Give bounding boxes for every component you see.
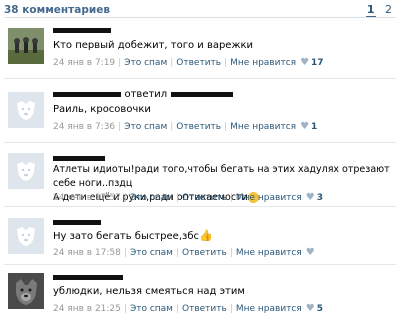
redacted-author	[53, 274, 123, 280]
comment-item: ответил Раиль, кросовочки 24 янв в 7:36 |…	[0, 86, 400, 134]
heart-icon[interactable]: ♥	[300, 121, 309, 132]
comment-meta: 24 янв в 17:57 | Это спам | Ответить | Мне нра…	[53, 192, 324, 203]
comment-text: Кто первый добежит, того и варежки	[53, 40, 254, 51]
comment-text-line-1: Атлеты идиоты!ради того,чтобы бегать на …	[53, 164, 390, 189]
reply-link[interactable]: Ответить	[182, 248, 227, 258]
comment-item: ублюдки, нельзя смеяться над этим 24 янв…	[0, 270, 400, 322]
reply-link[interactable]: Ответить	[182, 193, 227, 203]
reply-link[interactable]: Ответить	[182, 304, 227, 314]
reply-label: ответил	[124, 89, 168, 100]
likes-count[interactable]: 3	[317, 193, 323, 203]
likes-count[interactable]: 17	[311, 58, 324, 68]
user-photo-icon[interactable]	[8, 28, 44, 64]
like-link[interactable]: Мне нравится	[236, 248, 302, 258]
comment-meta: 24 янв в 7:19 | Это спам | Ответить | Мне нрав…	[53, 57, 324, 68]
spam-link[interactable]: Это спам	[130, 193, 173, 203]
comment-divider	[4, 206, 396, 207]
comment-author[interactable]: ответил	[53, 89, 233, 100]
spam-link[interactable]: Это спам	[130, 248, 173, 258]
likes-count[interactable]: 1	[311, 122, 317, 132]
comment-item: Атлеты идиоты!ради того,чтобы бегать на …	[0, 150, 400, 206]
heart-icon[interactable]: ♥	[306, 303, 315, 314]
comment-text: ублюдки, нельзя смеяться над этим	[53, 286, 245, 297]
like-link[interactable]: Мне нравится	[230, 122, 296, 132]
comment-author[interactable]	[53, 25, 111, 36]
comments-header: 38 комментариев 1 2	[0, 0, 400, 18]
comment-divider	[4, 78, 396, 79]
default-dog-avatar-icon[interactable]	[8, 92, 44, 128]
thumbs-up-emoji-icon: 👍	[198, 229, 213, 242]
spam-link[interactable]: Это спам	[130, 304, 173, 314]
dog-photo-icon[interactable]	[8, 273, 44, 309]
like-link[interactable]: Мне нравится	[236, 304, 302, 314]
spam-link[interactable]: Это спам	[124, 122, 167, 132]
spam-link[interactable]: Это спам	[124, 58, 167, 68]
comment-text-content: Ну зато бегать быстрее,збс	[53, 231, 199, 242]
comment-item: Ну зато бегать быстрее,збс👍 24 янв в 17:…	[0, 214, 400, 262]
heart-icon[interactable]: ♥	[306, 247, 315, 258]
page-link-1[interactable]: 1	[365, 3, 376, 18]
comment-divider	[4, 142, 396, 143]
comment-author[interactable]	[53, 272, 123, 283]
comment-item: Кто первый добежит, того и варежки 24 ян…	[0, 22, 400, 70]
default-dog-avatar-icon[interactable]	[8, 218, 44, 254]
heart-icon[interactable]: ♥	[306, 192, 315, 203]
comment-date[interactable]: 24 янв в 17:58	[53, 248, 121, 258]
comment-date[interactable]: 24 янв в 21:25	[53, 304, 121, 314]
redacted-recipient	[170, 91, 233, 97]
comments-count: 38 комментариев	[4, 4, 110, 16]
comment-text: Ну зато бегать быстрее,збс👍	[53, 229, 393, 244]
comment-date[interactable]: 24 янв в 7:36	[53, 122, 115, 132]
default-dog-avatar-icon[interactable]	[8, 153, 44, 189]
header-divider	[4, 17, 396, 18]
heart-icon[interactable]: ♥	[300, 57, 309, 68]
comment-meta: 24 янв в 17:58 | Это спам | Ответить | Мне нра…	[53, 247, 315, 258]
reply-link[interactable]: Ответить	[176, 122, 221, 132]
page-link-2[interactable]: 2	[385, 3, 392, 16]
reply-link[interactable]: Ответить	[176, 58, 221, 68]
like-link[interactable]: Мне нравится	[236, 193, 302, 203]
comment-text: Раиль, кросовочки	[53, 104, 151, 115]
likes-count[interactable]: 5	[317, 304, 323, 314]
comment-meta: 24 янв в 21:25 | Это спам | Ответить | Мне нра…	[53, 303, 324, 314]
comment-divider	[4, 264, 396, 265]
redacted-author	[53, 155, 105, 161]
redacted-author	[53, 219, 101, 225]
pagination: 1 2	[360, 3, 392, 18]
comment-date[interactable]: 24 янв в 7:19	[53, 58, 115, 68]
comment-author[interactable]	[53, 217, 101, 228]
redacted-author	[53, 91, 121, 97]
comment-meta: 24 янв в 7:36 | Это спам | Ответить | Мне нрав…	[53, 121, 318, 132]
redacted-author	[53, 27, 111, 33]
like-link[interactable]: Мне нравится	[230, 58, 296, 68]
comment-date[interactable]: 24 янв в 17:57	[53, 193, 121, 203]
